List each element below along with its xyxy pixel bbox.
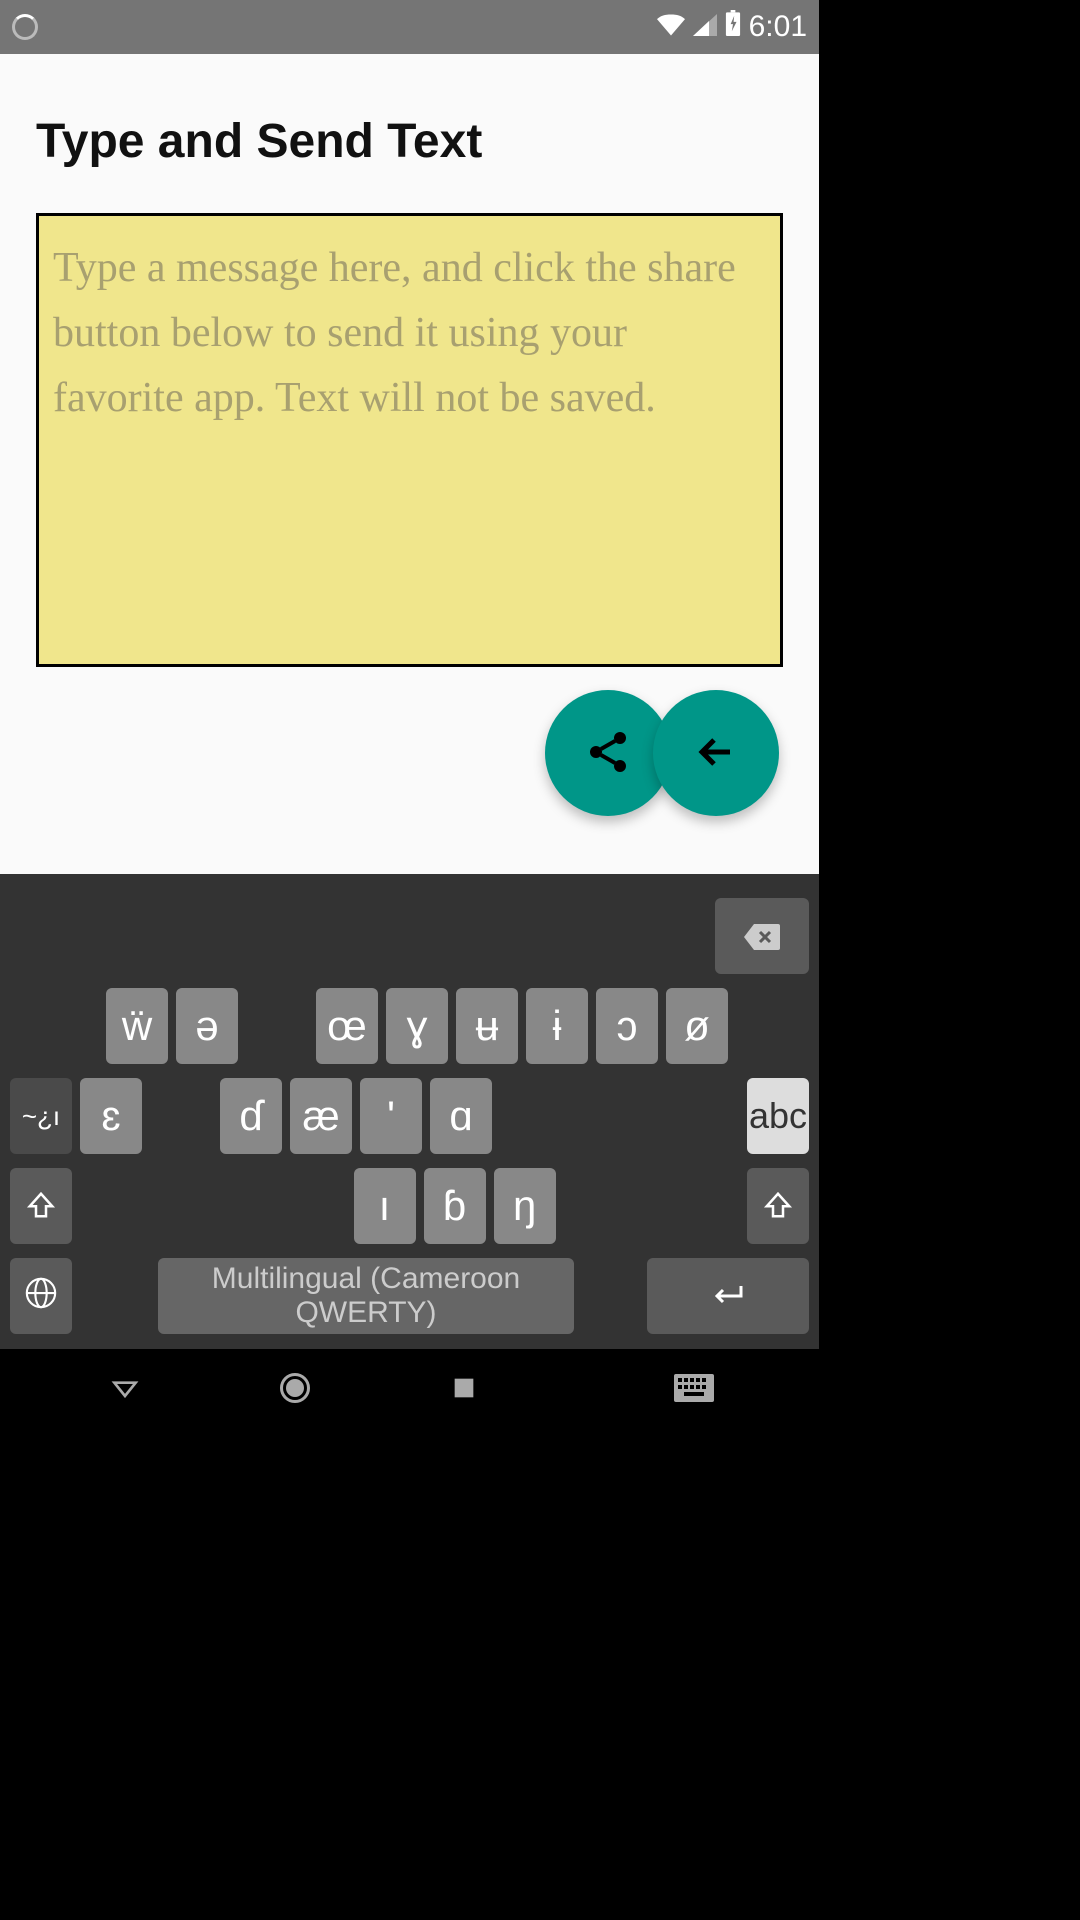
message-input[interactable] [36,213,783,667]
keyboard-row-1: ẅ ə œ ɣ ʉ ɨ ɔ ø [10,988,809,1064]
shift-key-left[interactable] [10,1168,72,1244]
key-schwa[interactable]: ə [176,988,238,1064]
backspace-key[interactable] [715,898,809,974]
language-switch-key[interactable] [10,1258,72,1334]
key-d-hook[interactable]: ɗ [220,1078,282,1154]
page-title: Type and Send Text [36,114,783,169]
share-icon [584,728,632,779]
key-i-bar[interactable]: ɨ [526,988,588,1064]
enter-key[interactable] [647,1258,809,1334]
shift-icon [26,1182,56,1230]
key-gamma[interactable]: ɣ [386,988,448,1064]
keyboard-row-2: ~¿ı ɛ ɗ æ ' ɑ abc [10,1078,809,1154]
circle-icon [277,1370,313,1409]
app-content: Type and Send Text [0,54,819,874]
shift-icon [763,1182,793,1230]
abc-mode-key[interactable]: abc [747,1078,809,1154]
square-icon [450,1374,478,1405]
wifi-icon [657,10,685,44]
cell-signal-icon [693,10,717,44]
key-apostrophe[interactable]: ' [360,1078,422,1154]
key-b-hook[interactable]: ɓ [424,1168,486,1244]
key-w-diaeresis[interactable]: ẅ [106,988,168,1064]
row3-center: ı ɓ ŋ [80,1168,739,1244]
back-arrow-icon [692,728,740,779]
key-o-slash[interactable]: ø [666,988,728,1064]
triangle-down-icon [109,1372,141,1407]
keyboard-icon [674,1374,714,1405]
key-oe[interactable]: œ [316,988,378,1064]
key-ae[interactable]: æ [290,1078,352,1154]
battery-charging-icon [725,10,741,44]
globe-icon [24,1272,58,1320]
nav-back-button[interactable] [105,1370,145,1410]
status-right: 6:01 [657,10,807,44]
enter-icon [709,1272,747,1320]
keyboard-row-backspace [10,898,809,974]
spacer [150,1078,212,1154]
key-eng[interactable]: ŋ [494,1168,556,1244]
back-button[interactable] [653,690,779,816]
keyboard-row-4: Multilingual (Cameroon QWERTY) [10,1258,809,1334]
key-epsilon[interactable]: ɛ [80,1078,142,1154]
nav-home-button[interactable] [275,1370,315,1410]
fab-row [36,690,783,816]
on-screen-keyboard: ẅ ə œ ɣ ʉ ɨ ɔ ø ~¿ı ɛ ɗ æ ' ɑ abc ı ɓ ŋ [0,874,819,1349]
loading-spinner-icon [12,14,38,40]
status-left [12,14,38,40]
shift-key-right[interactable] [747,1168,809,1244]
spacebar-key[interactable]: Multilingual (Cameroon QWERTY) [158,1258,574,1334]
nav-recents-button[interactable] [444,1370,484,1410]
backspace-icon [744,912,780,960]
nav-keyboard-button[interactable] [674,1370,714,1410]
spacer [500,1078,739,1154]
navigation-bar [0,1349,819,1430]
key-alpha[interactable]: ɑ [430,1078,492,1154]
key-open-o[interactable]: ɔ [596,988,658,1064]
key-diacritics[interactable]: ~¿ı [10,1078,72,1154]
spacer [246,988,308,1064]
key-u-bar[interactable]: ʉ [456,988,518,1064]
keyboard-row-3: ı ɓ ŋ [10,1168,809,1244]
key-dotless-i[interactable]: ı [354,1168,416,1244]
status-time: 6:01 [749,10,807,44]
status-bar: 6:01 [0,0,819,54]
